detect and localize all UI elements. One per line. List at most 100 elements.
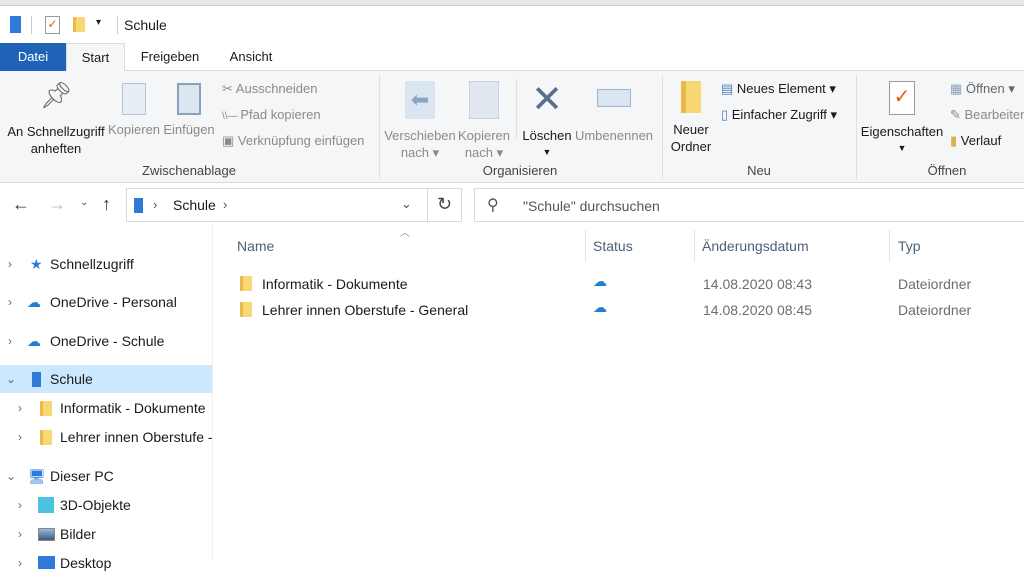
file-name: Informatik - Dokumente (262, 276, 408, 292)
sidebar-item-dieser-pc[interactable]: ⌄ 🖥︎ Dieser PC (0, 462, 212, 490)
ribbon: 📌︎ An Schnellzugriff anheften Kopieren E… (0, 71, 1024, 183)
computer-icon: 🖥︎ (28, 468, 46, 484)
sidebar-item-informatik[interactable]: › Informatik - Dokumente (0, 394, 212, 422)
open-button[interactable]: ▦ Öffnen ▾ (950, 81, 1015, 97)
delete-x-icon: ✕ (531, 79, 563, 121)
scissors-icon: ✂ (222, 81, 236, 96)
back-arrow-icon[interactable]: ← (12, 194, 30, 215)
tab-datei[interactable]: Datei (0, 43, 66, 71)
group-label-oeffnen: Öffnen (927, 163, 967, 178)
properties-quick-icon[interactable]: ✓ (45, 16, 60, 34)
history-button[interactable]: ▮ Verlauf (950, 133, 1001, 149)
group-label-neu: Neu (747, 163, 771, 178)
sidebar-item-3d-objekte[interactable]: › 3D-Objekte (0, 491, 212, 519)
customize-quick-access-icon[interactable]: ▾ (96, 17, 101, 28)
folder-icon (240, 276, 252, 291)
sidebar-item-desktop[interactable]: › Desktop (0, 549, 212, 577)
clipboard-icon (177, 83, 201, 115)
address-bar[interactable]: › Schule › ⌄ ↻ (126, 188, 462, 222)
move-icon: ⬅ (405, 81, 435, 119)
sidebar-item-schnellzugriff[interactable]: › ★ Schnellzugriff (0, 250, 212, 278)
up-arrow-icon[interactable]: ↑ (102, 194, 111, 215)
move-to-button[interactable]: ⬅ Verschieben nach ▾ (384, 81, 456, 161)
building-icon (10, 16, 21, 33)
properties-button[interactable]: ✓ Eigenschaften ▼ (860, 81, 944, 157)
copy-button[interactable]: Kopieren (108, 83, 160, 138)
shortcut-icon: ▣ (222, 133, 238, 148)
delete-button[interactable]: ✕ Löschen ▼ (520, 81, 574, 161)
search-placeholder[interactable]: "Schule" durchsuchen (523, 198, 660, 214)
cut-button[interactable]: ✂ Ausschneiden (222, 81, 317, 97)
forward-arrow-icon[interactable]: → (48, 194, 66, 215)
folder-icon (40, 430, 52, 445)
tab-start[interactable]: Start (66, 43, 125, 72)
address-dropdown-icon[interactable]: ⌄ (401, 196, 412, 212)
new-folder-quick-icon[interactable] (73, 17, 85, 32)
rename-icon (597, 89, 631, 107)
path-icon: \\— (222, 111, 241, 122)
new-folder-button[interactable]: Neuer Ordner (666, 81, 716, 155)
sidebar-item-onedrive-personal[interactable]: › ☁ OneDrive - Personal (0, 288, 212, 316)
new-item-icon: ▤ (721, 81, 737, 96)
refresh-icon[interactable]: ↻ (437, 194, 452, 215)
sidebar-item-lehrer-innen[interactable]: ›Lehrer innen Oberstufe - General (0, 423, 212, 451)
new-item-button[interactable]: ▤ Neues Element ▾ (721, 81, 836, 97)
properties-check-icon: ✓ (889, 81, 915, 115)
group-label-organisieren: Organisieren (482, 163, 558, 178)
building-icon (134, 198, 143, 213)
rename-button[interactable]: Umbenennen (574, 81, 654, 144)
column-header-date[interactable]: Änderungsdatum (702, 238, 809, 254)
file-name: Lehrer innen Oberstufe - General (262, 302, 469, 318)
pictures-icon (38, 528, 55, 541)
desktop-icon (38, 556, 55, 569)
cube-icon (38, 497, 54, 513)
open-icon: ▦ (950, 81, 966, 96)
sidebar-item-onedrive-schule[interactable]: › ☁ OneDrive - Schule (0, 327, 212, 355)
history-icon: ▮ (950, 133, 961, 148)
star-icon: ★ (30, 256, 43, 272)
ribbon-tabs: Datei Start Freigeben Ansicht (0, 43, 1024, 72)
pin-quick-access-button[interactable]: 📌︎ An Schnellzugriff anheften (2, 80, 110, 157)
onedrive-icon: ☁ (27, 294, 41, 310)
navigation-pane: › ★ Schnellzugriff › ☁ OneDrive - Personal ›… (0, 225, 212, 571)
folder-icon (681, 81, 701, 113)
copy-path-button[interactable]: \\— Pfad kopieren (222, 107, 321, 122)
copy-icon (122, 83, 146, 115)
file-type: Dateiordner (898, 276, 972, 292)
column-header-name[interactable]: Name (237, 238, 274, 254)
sidebar-item-bilder[interactable]: › Bilder (0, 520, 212, 548)
easy-access-button[interactable]: ▯ Einfacher Zugriff ▾ (721, 107, 837, 123)
copy-to-button[interactable]: Kopieren nach ▾ (456, 81, 512, 161)
folder-icon (240, 302, 252, 317)
copy-to-icon (469, 81, 499, 119)
edit-icon: ✎ (950, 107, 965, 122)
cloud-status-icon: ☁ (593, 299, 607, 315)
file-type: Dateiordner (898, 302, 972, 318)
sort-indicator-icon: ︿ (400, 228, 410, 239)
column-header-type[interactable]: Typ (898, 238, 921, 254)
file-date: 14.08.2020 08:45 (703, 302, 812, 318)
column-header-status[interactable]: Status (593, 238, 633, 254)
paste-shortcut-button[interactable]: ▣ Verknüpfung einfügen (222, 133, 364, 149)
folder-icon (40, 401, 52, 416)
breadcrumb-chevron-icon[interactable]: › (223, 197, 227, 212)
search-icon: ⚲ (487, 197, 499, 214)
recent-locations-chevron-icon[interactable]: ⌄ (80, 197, 88, 208)
sidebar-item-schule[interactable]: ⌄ Schule (0, 365, 212, 393)
group-label-zwischenablage: Zwischenablage (142, 163, 236, 178)
tab-freigeben[interactable]: Freigeben (130, 43, 210, 71)
window-top-edge (0, 0, 1024, 6)
window-title: Schule (124, 17, 167, 33)
tab-ansicht[interactable]: Ansicht (218, 43, 284, 71)
onedrive-icon: ☁ (27, 333, 41, 349)
search-box[interactable]: ⚲ "Schule" durchsuchen (474, 188, 1024, 222)
building-icon (32, 372, 41, 387)
easy-access-icon: ▯ (721, 107, 732, 122)
paste-button[interactable]: Einfügen (163, 83, 215, 138)
edit-button[interactable]: ✎ Bearbeiten (950, 107, 1024, 123)
breadcrumb-separator-icon: › (153, 197, 158, 212)
file-date: 14.08.2020 08:43 (703, 276, 812, 292)
cloud-status-icon: ☁ (593, 273, 607, 289)
pin-icon: 📌︎ (39, 80, 73, 110)
breadcrumb-schule[interactable]: Schule (173, 197, 216, 213)
